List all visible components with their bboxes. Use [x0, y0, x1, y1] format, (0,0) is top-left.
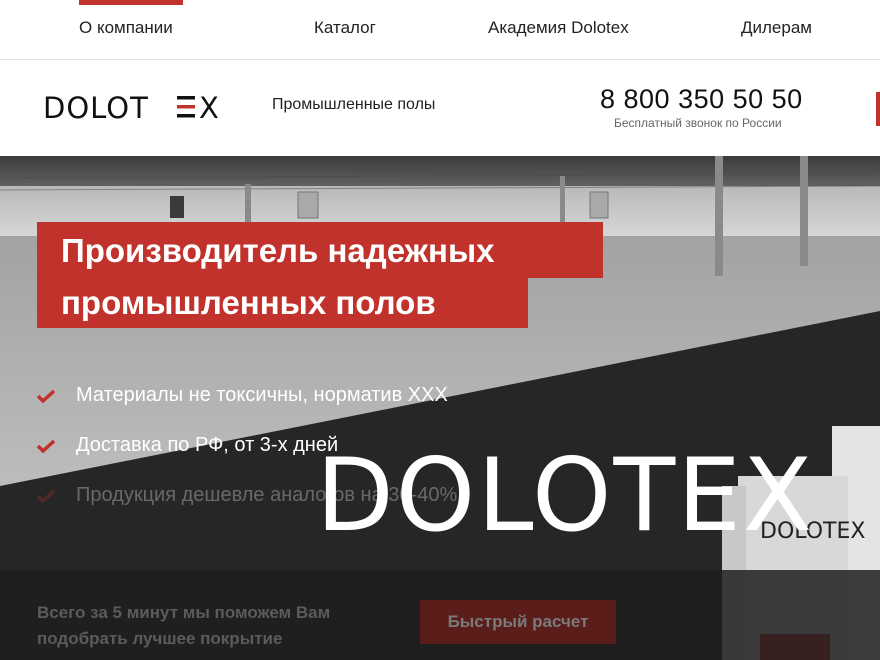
checkmark-icon	[36, 489, 56, 503]
brand-watermark: DOLOTEX	[316, 436, 815, 554]
svg-text:X: X	[199, 92, 219, 122]
nav-item-academy[interactable]: Академия Dolotex	[488, 18, 629, 38]
svg-text:DOLOT: DOLOT	[43, 92, 149, 122]
quick-calculation-button[interactable]: Быстрый расчет	[420, 600, 616, 644]
phone-note: Бесплатный звонок по России	[614, 116, 782, 130]
feature-text: Доставка по РФ, от 3-х дней	[76, 434, 339, 456]
checkmark-icon	[36, 439, 56, 453]
active-nav-indicator	[79, 0, 183, 5]
cta-text-line-2: подобрать лучшее покрытие	[37, 629, 283, 648]
header-action-button-edge[interactable]	[876, 92, 880, 126]
nav-item-catalog[interactable]: Каталог	[314, 18, 376, 38]
header-tagline: Промышленные полы	[272, 96, 436, 113]
headline-line-1: Производитель надежных	[61, 232, 495, 269]
dolotex-logo[interactable]: DOLOT X	[43, 91, 248, 127]
phone-number[interactable]: 8 800 350 50 50	[600, 84, 803, 115]
nav-item-about[interactable]: О компании	[79, 18, 173, 38]
feature-text: Материалы не токсичны, норматив XXX	[76, 384, 448, 406]
cta-text: Всего за 5 минут мы поможем Вам подобрат…	[37, 600, 330, 652]
headline-line-2: промышленных полов	[61, 284, 436, 321]
top-navigation: О компании Каталог Академия Dolotex Диле…	[0, 0, 880, 60]
nav-item-dealers[interactable]: Дилерам	[741, 18, 812, 38]
cta-text-line-1: Всего за 5 минут мы поможем Вам	[37, 603, 331, 622]
checkmark-icon	[36, 389, 56, 403]
feature-item: Материалы не токсичны, норматив XXX	[36, 384, 448, 407]
feature-item: Доставка по РФ, от 3-х дней	[36, 434, 338, 457]
